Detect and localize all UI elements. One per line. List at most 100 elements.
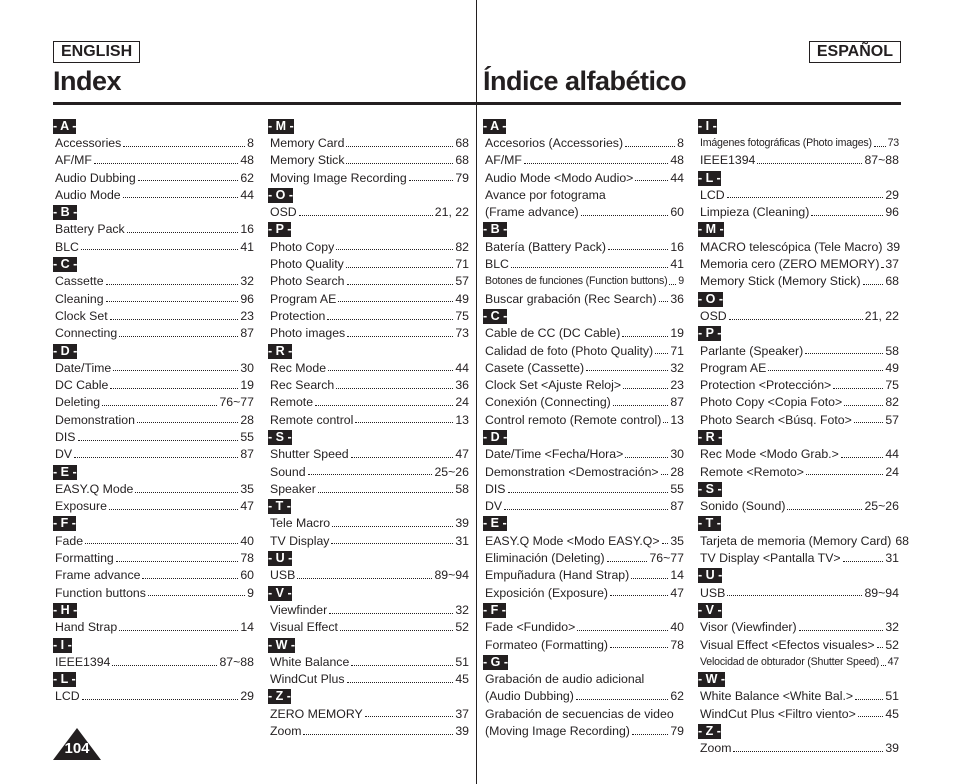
index-entry-label: LCD xyxy=(55,689,80,704)
section-letter: - E - xyxy=(483,516,507,532)
english-language-label: ENGLISH xyxy=(53,41,141,63)
index-entry-page: 45 xyxy=(455,672,469,687)
index-entry: Accesorios (Accessories) 8 xyxy=(483,134,686,151)
index-entry-label: White Balance <White Bal.> xyxy=(700,689,854,704)
page-divider xyxy=(476,0,477,784)
index-entry-page: 25~26 xyxy=(864,499,899,514)
index-column-english-1: - A - Accessories 8 AF/MF 48 Audio Dubbing 62 A… xyxy=(53,117,256,705)
section-letter: - F - xyxy=(53,516,76,532)
dot-leader xyxy=(805,353,884,355)
dot-leader xyxy=(105,301,239,303)
section-header: - F - xyxy=(53,515,256,532)
index-entry: EASY.Q Mode <Modo EASY.Q> 35 xyxy=(483,532,686,549)
index-entry-label: Viewfinder xyxy=(270,602,328,617)
dot-leader xyxy=(346,145,454,147)
section-letter: - Z - xyxy=(268,689,291,705)
dot-leader xyxy=(661,543,669,545)
index-entry-page: 47 xyxy=(240,499,254,514)
dot-leader xyxy=(298,214,433,216)
index-entry-page: 73 xyxy=(455,326,469,341)
index-entry-label: (Audio Dubbing) xyxy=(485,689,574,704)
index-entry: Photo Copy <Copia Foto> 82 xyxy=(698,394,901,411)
index-entry: Control remoto (Remote control) 13 xyxy=(483,411,686,428)
index-entry-page: 44 xyxy=(670,170,684,185)
dot-leader xyxy=(85,543,239,545)
index-entry-label: Cassette xyxy=(55,274,104,289)
index-entry-page: 30 xyxy=(240,360,254,375)
index-entry-label: Frame advance xyxy=(55,568,141,583)
index-entry: MACRO telescópica (Tele Macro) 39 xyxy=(698,238,901,255)
index-entry-line: Grabación de secuencias de video xyxy=(483,705,686,722)
index-entry-label: Botones de funciones (Function buttons) xyxy=(485,275,668,288)
index-entry: Cable de CC (DC Cable) 19 xyxy=(483,325,686,342)
index-entry-label: Rec Search xyxy=(270,378,335,393)
index-entry-page: 16 xyxy=(670,239,684,254)
dot-leader xyxy=(510,266,669,268)
section-header: - F - xyxy=(483,601,686,618)
index-entry-label: Parlante (Speaker) xyxy=(700,343,804,358)
index-entry: Batería (Battery Pack) 16 xyxy=(483,238,686,255)
index-entry-page: 35 xyxy=(670,533,684,548)
index-entry: Remote 24 xyxy=(268,394,471,411)
index-entry-label: Empuñadura (Hand Strap) xyxy=(485,568,630,583)
index-entry: DC Cable 19 xyxy=(53,376,256,393)
section-header: - D - xyxy=(53,342,256,359)
dot-leader xyxy=(660,474,669,476)
index-entry: TV Display 31 xyxy=(268,532,471,549)
index-entry: Frame advance 60 xyxy=(53,567,256,584)
index-entry-page: 87 xyxy=(670,499,684,514)
index-entry-label: WindCut Plus xyxy=(270,672,345,687)
index-entry-label: DIS xyxy=(55,429,76,444)
dot-leader xyxy=(842,560,884,562)
index-entry-page: 40 xyxy=(670,620,684,635)
index-entry-label: Photo Search <Búsq. Foto> xyxy=(700,412,852,427)
section-letter: - W - xyxy=(698,672,726,688)
index-entry-label: AF/MF xyxy=(55,153,92,168)
index-entry-label: Sound xyxy=(270,464,306,479)
index-entry-page: 36 xyxy=(455,378,469,393)
english-page-title: Index xyxy=(53,66,122,96)
index-entry-page: 32 xyxy=(670,360,684,375)
dot-leader xyxy=(669,283,677,285)
title-rule xyxy=(53,102,901,105)
index-entry: Protection <Protección> 75 xyxy=(698,376,901,393)
index-entry-page: 21, 22 xyxy=(864,308,899,323)
dot-leader xyxy=(658,301,669,303)
index-entry: TV Display <Pantalla TV> 31 xyxy=(698,549,901,566)
index-entry: Memory Stick 68 xyxy=(268,152,471,169)
dot-leader xyxy=(331,543,454,545)
index-entry-label: Formatting xyxy=(55,551,114,566)
dot-leader xyxy=(733,750,884,752)
section-header: - I - xyxy=(698,117,901,134)
dot-leader xyxy=(631,733,669,735)
index-entry: Photo Search <Búsq. Foto> 57 xyxy=(698,411,901,428)
index-entry-label-start: Grabación de audio adicional xyxy=(485,672,645,687)
dot-leader xyxy=(612,405,669,407)
index-entry-page: 79 xyxy=(455,170,469,185)
section-header: - R - xyxy=(268,342,471,359)
index-entry-label: OSD xyxy=(700,308,727,323)
index-entry-label: Connecting xyxy=(55,326,118,341)
dot-leader xyxy=(610,647,669,649)
index-entry-page: 47 xyxy=(887,655,900,668)
section-header: - R - xyxy=(698,428,901,445)
index-entry-page: 48 xyxy=(670,153,684,168)
dot-leader xyxy=(840,456,884,458)
index-entry-label: Conexión (Connecting) xyxy=(485,395,611,410)
index-entry: Casete (Cassette) 32 xyxy=(483,359,686,376)
index-entry-label: MACRO telescópica (Tele Macro) xyxy=(700,239,883,254)
dot-leader xyxy=(80,249,239,251)
dot-leader xyxy=(119,335,239,337)
dot-leader xyxy=(635,180,669,182)
index-entry: Formateo (Formatting) 78 xyxy=(483,636,686,653)
index-entry-page: 76~77 xyxy=(649,551,684,566)
section-letter: - A - xyxy=(53,118,77,134)
index-entry-page: 51 xyxy=(455,654,469,669)
index-entry: ZERO MEMORY 37 xyxy=(268,705,471,722)
index-entry-label-start: Grabación de secuencias de video xyxy=(485,706,674,721)
index-entry-label: White Balance xyxy=(270,654,350,669)
index-entry: Demonstration <Demostración> 28 xyxy=(483,463,686,480)
section-header: - M - xyxy=(698,221,901,238)
index-entry-label: Deleting xyxy=(55,395,101,410)
dot-leader xyxy=(805,474,884,476)
